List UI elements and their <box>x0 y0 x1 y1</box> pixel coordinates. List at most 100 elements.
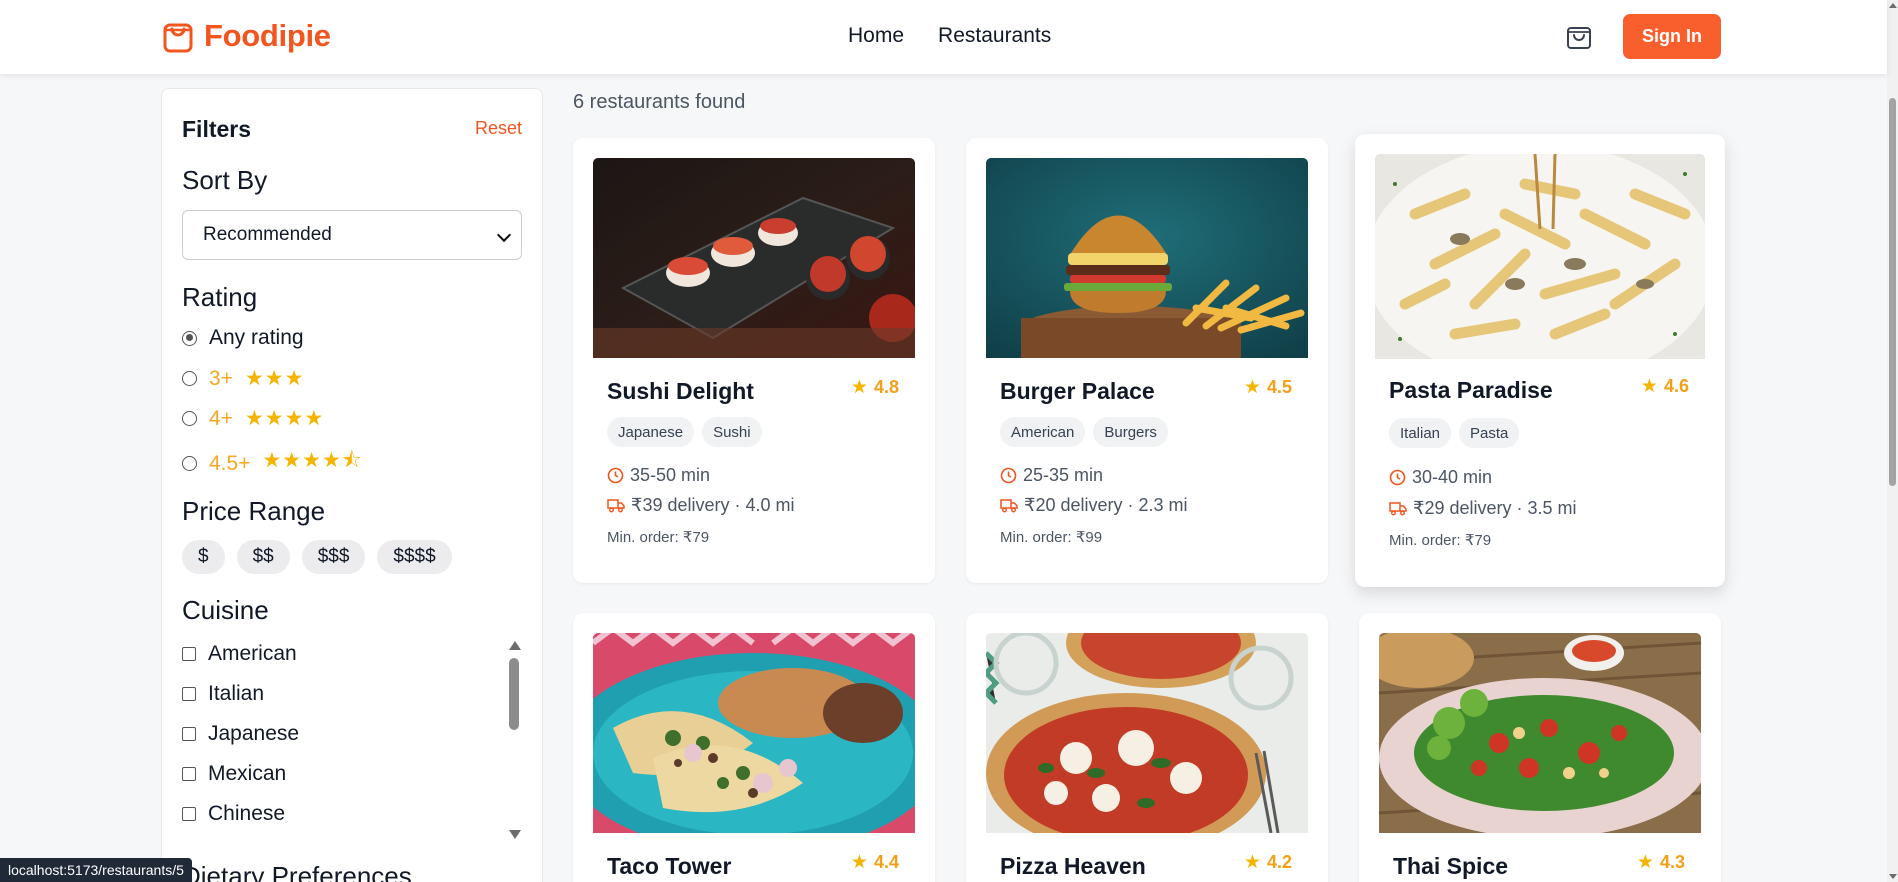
page-scrollbar[interactable] <box>1887 0 1898 882</box>
rating-option-label: 4+ <box>209 406 233 430</box>
delivery-time: 30-40 min <box>1389 467 1492 488</box>
checkbox[interactable] <box>182 727 196 741</box>
cuisine-tag: American <box>1000 417 1086 447</box>
rating-value: 4.8 <box>873 377 899 397</box>
sort-by-heading: Sort By <box>182 165 268 195</box>
restaurant-card[interactable]: Pizza Heaven ★ 4.2 <box>966 613 1328 882</box>
restaurant-name[interactable]: Burger Palace <box>1000 378 1155 405</box>
nav-restaurants[interactable]: Restaurants <box>938 24 1051 48</box>
restaurant-card[interactable]: Burger Palace ★ 4.5 American Burgers 25-… <box>966 138 1328 583</box>
price-option-3[interactable]: $$$ <box>301 540 366 574</box>
restaurant-card[interactable]: Pasta Paradise ★ 4.6 Italian Pasta 30-40… <box>1355 134 1725 587</box>
rating-option-4plus[interactable]: 4+ ★★★★ <box>182 406 324 431</box>
star-icon: ★ <box>850 852 868 873</box>
rating-option-45plus[interactable]: 4.5+ ★★★★⯪ <box>182 446 363 481</box>
dietary-preferences-heading: Dietary Preferences <box>182 861 412 882</box>
checkbox[interactable] <box>182 647 196 661</box>
restaurant-name[interactable]: Thai Spice <box>1393 853 1508 880</box>
clock-icon <box>1000 467 1017 484</box>
truck-icon <box>607 499 625 513</box>
rating-option-label: 4.5+ <box>209 451 251 475</box>
restaurant-rating: ★ 4.3 <box>1637 851 1685 874</box>
scroll-down-arrow-icon[interactable] <box>509 830 521 839</box>
cuisine-option-label: Italian <box>208 682 265 705</box>
price-option-2[interactable]: $$ <box>236 540 290 574</box>
scroll-down-arrow-icon[interactable] <box>1889 874 1897 879</box>
nav-home[interactable]: Home <box>848 24 904 48</box>
restaurant-card[interactable]: Taco Tower ★ 4.4 <box>573 613 935 882</box>
radio-button[interactable] <box>182 330 197 346</box>
cuisine-option-italian[interactable]: Italian <box>182 682 264 706</box>
restaurant-image <box>1375 154 1705 359</box>
restaurant-card[interactable]: Sushi Delight ★ 4.8 Japanese Sushi 35-50… <box>573 138 935 583</box>
delivery-fee-text: ₹39 delivery · 4.0 mi <box>631 495 795 515</box>
cuisine-option-chinese[interactable]: Chinese <box>182 802 285 826</box>
star-icon: ★ <box>1243 852 1261 873</box>
restaurant-name[interactable]: Pasta Paradise <box>1389 377 1553 404</box>
cuisine-option-japanese[interactable]: Japanese <box>182 722 299 746</box>
scrollbar-thumb[interactable] <box>1889 98 1896 486</box>
cuisine-option-label: Chinese <box>208 802 286 825</box>
restaurant-name[interactable]: Sushi Delight <box>607 378 754 405</box>
rating-option-any[interactable]: Any rating <box>182 326 304 350</box>
link-preview-status-bar: localhost:5173/restaurants/5 <box>0 858 192 882</box>
cuisine-list-scrollbar[interactable] <box>506 640 522 840</box>
price-option-4[interactable]: $$$$ <box>377 540 452 574</box>
restaurant-rating: ★ 4.4 <box>851 851 899 874</box>
delivery-fee-distance: ₹20 delivery · 2.3 mi <box>1000 495 1188 516</box>
star-icon: ★ <box>850 377 868 398</box>
cuisine-option-label: Mexican <box>208 762 287 785</box>
checkbox[interactable] <box>182 687 196 701</box>
brand-logo[interactable]: Foodipie <box>162 18 331 54</box>
main-nav: Home Restaurants <box>848 24 1051 48</box>
restaurant-image <box>1379 633 1701 833</box>
price-option-1[interactable]: $ <box>182 540 225 574</box>
cuisine-tags: Japanese Sushi <box>607 417 762 447</box>
cuisine-tag: Sushi <box>702 417 762 447</box>
rating-option-label: 3+ <box>209 366 233 390</box>
cuisine-option-label: Japanese <box>208 722 300 745</box>
top-navbar: Foodipie Home Restaurants Sign In <box>0 0 1887 74</box>
delivery-fee-distance: ₹29 delivery · 3.5 mi <box>1389 498 1577 519</box>
cuisine-option-mexican[interactable]: Mexican <box>182 762 286 786</box>
restaurant-card[interactable]: Thai Spice ★ 4.3 <box>1359 613 1721 882</box>
shopping-bag-icon[interactable] <box>1565 21 1593 51</box>
rating-option-label: Any rating <box>209 326 304 349</box>
rating-value: 4.3 <box>1659 852 1685 872</box>
shopping-bag-logo-icon <box>162 18 194 54</box>
sort-by-select[interactable]: Recommended <box>182 210 522 260</box>
cuisine-options-list[interactable]: American Italian Japanese Mexican Chines… <box>182 640 522 840</box>
delivery-fee-text: ₹20 delivery · 2.3 mi <box>1024 495 1188 515</box>
scroll-up-arrow-icon[interactable] <box>1889 3 1897 8</box>
price-range-options: $ $$ $$$ $$$$ <box>182 540 452 574</box>
truck-icon <box>1000 499 1018 513</box>
checkbox[interactable] <box>182 767 196 781</box>
star-icons: ★★★★⯪ <box>262 449 363 472</box>
restaurant-name[interactable]: Taco Tower <box>607 853 731 880</box>
restaurant-image <box>986 633 1308 833</box>
cuisine-tag: Japanese <box>607 417 695 447</box>
cuisine-option-label: American <box>208 642 297 665</box>
filters-panel: Filters Reset Sort By Recommended Rating… <box>161 88 543 882</box>
reset-filters-button[interactable]: Reset <box>475 118 522 139</box>
sign-in-button[interactable]: Sign In <box>1623 14 1721 59</box>
radio-button[interactable] <box>182 456 197 471</box>
scroll-up-arrow-icon[interactable] <box>509 641 521 650</box>
rating-option-3plus[interactable]: 3+ ★★★ <box>182 366 304 391</box>
checkbox[interactable] <box>182 807 196 821</box>
restaurant-rating: ★ 4.5 <box>1244 376 1292 399</box>
restaurant-rating: ★ 4.6 <box>1641 375 1689 398</box>
delivery-fee-text: ₹29 delivery · 3.5 mi <box>1413 498 1577 518</box>
cuisine-option-american[interactable]: American <box>182 642 297 666</box>
restaurant-name[interactable]: Pizza Heaven <box>1000 853 1146 880</box>
rating-value: 4.6 <box>1663 376 1689 396</box>
radio-button[interactable] <box>182 411 197 426</box>
cuisine-tag: Burgers <box>1093 417 1168 447</box>
restaurant-rating: ★ 4.2 <box>1244 851 1292 874</box>
radio-button[interactable] <box>182 371 197 386</box>
restaurant-image <box>593 633 915 833</box>
chevron-down-icon <box>496 227 512 243</box>
scrollbar-thumb[interactable] <box>509 658 519 730</box>
cuisine-tag: Italian <box>1389 418 1452 448</box>
cuisine-tag: Pasta <box>1459 418 1520 448</box>
